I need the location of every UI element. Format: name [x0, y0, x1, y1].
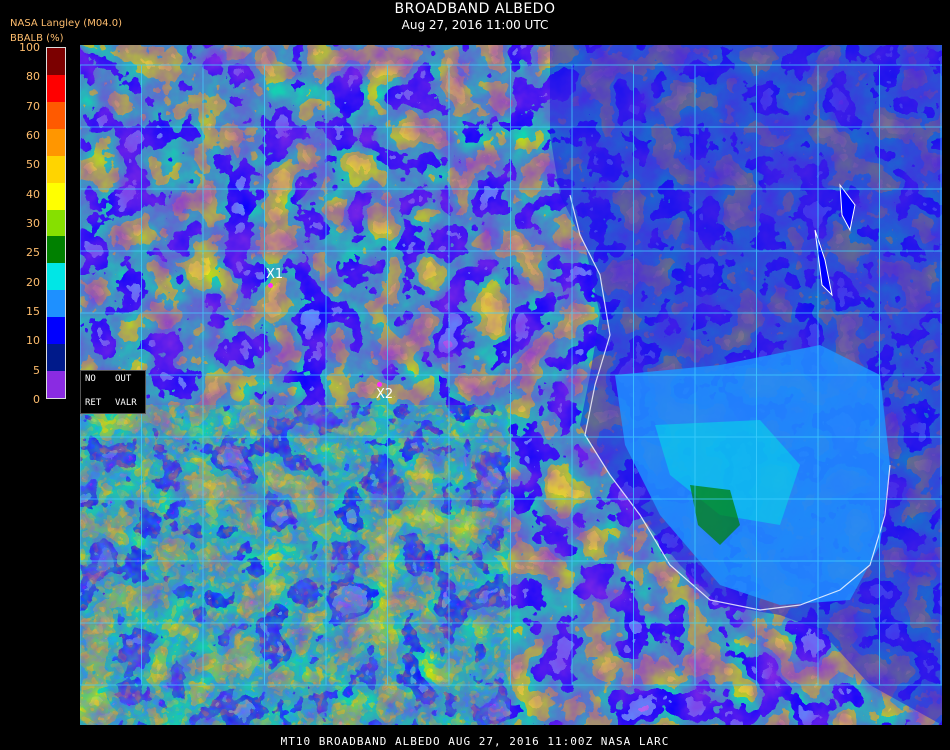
legend-no: NO	[85, 374, 96, 384]
producer-label: NASA Langley (M04.0)	[10, 18, 122, 29]
colorbar-segment	[47, 290, 65, 318]
legend-box: NO OUT RET VALR	[80, 370, 146, 414]
map-title: BROADBAND ALBEDO	[394, 1, 556, 17]
colorbar-segment	[47, 128, 65, 157]
legend-valr: VALR	[115, 398, 137, 408]
colorbar	[46, 47, 66, 399]
albedo-map-svg	[80, 45, 942, 725]
colorbar-tick-label: 40	[26, 187, 40, 201]
colorbar-tick-label: 70	[26, 99, 40, 113]
colorbar-segment	[47, 371, 65, 399]
legend-out: OUT	[115, 374, 132, 384]
colorbar-segment	[47, 209, 65, 237]
colorbar-tick-label: 20	[26, 275, 40, 289]
marker-x2-label: X2	[376, 387, 394, 402]
colorbar-tick-label: 60	[26, 129, 40, 142]
colorbar-segment	[47, 74, 65, 103]
colorbar-tick-label: 80	[26, 70, 40, 84]
colorbar-segment	[47, 48, 65, 76]
colorbar-tick-label: 100	[19, 41, 40, 54]
colorbar-tick-label: 30	[26, 217, 40, 230]
colorbar-segment	[47, 182, 65, 211]
colorbar-segment	[47, 263, 65, 291]
map-timestamp: Aug 27, 2016 11:00 UTC	[401, 18, 549, 32]
colorbar-tick-label: 0	[33, 393, 40, 406]
colorbar-tick-label: 5	[33, 363, 40, 377]
albedo-map: X1 X2	[80, 45, 942, 725]
marker-x1-dot	[268, 283, 273, 288]
colorbar-tick-label: 25	[26, 246, 40, 260]
colorbar-segment	[47, 155, 65, 184]
marker-x1-label: X1	[266, 267, 284, 282]
colorbar-segment	[47, 236, 65, 264]
footer-caption: MT10 BROADBAND ALBEDO AUG 27, 2016 11:00…	[280, 735, 670, 748]
legend-ret: RET	[85, 398, 102, 408]
colorbar-segment	[47, 317, 65, 345]
colorbar-tick-label: 15	[26, 305, 40, 318]
colorbar-segment	[47, 344, 65, 372]
colorbar-tick-label: 50	[26, 158, 40, 172]
colorbar-tick-label: 10	[26, 334, 40, 348]
colorbar-segment	[47, 101, 65, 130]
